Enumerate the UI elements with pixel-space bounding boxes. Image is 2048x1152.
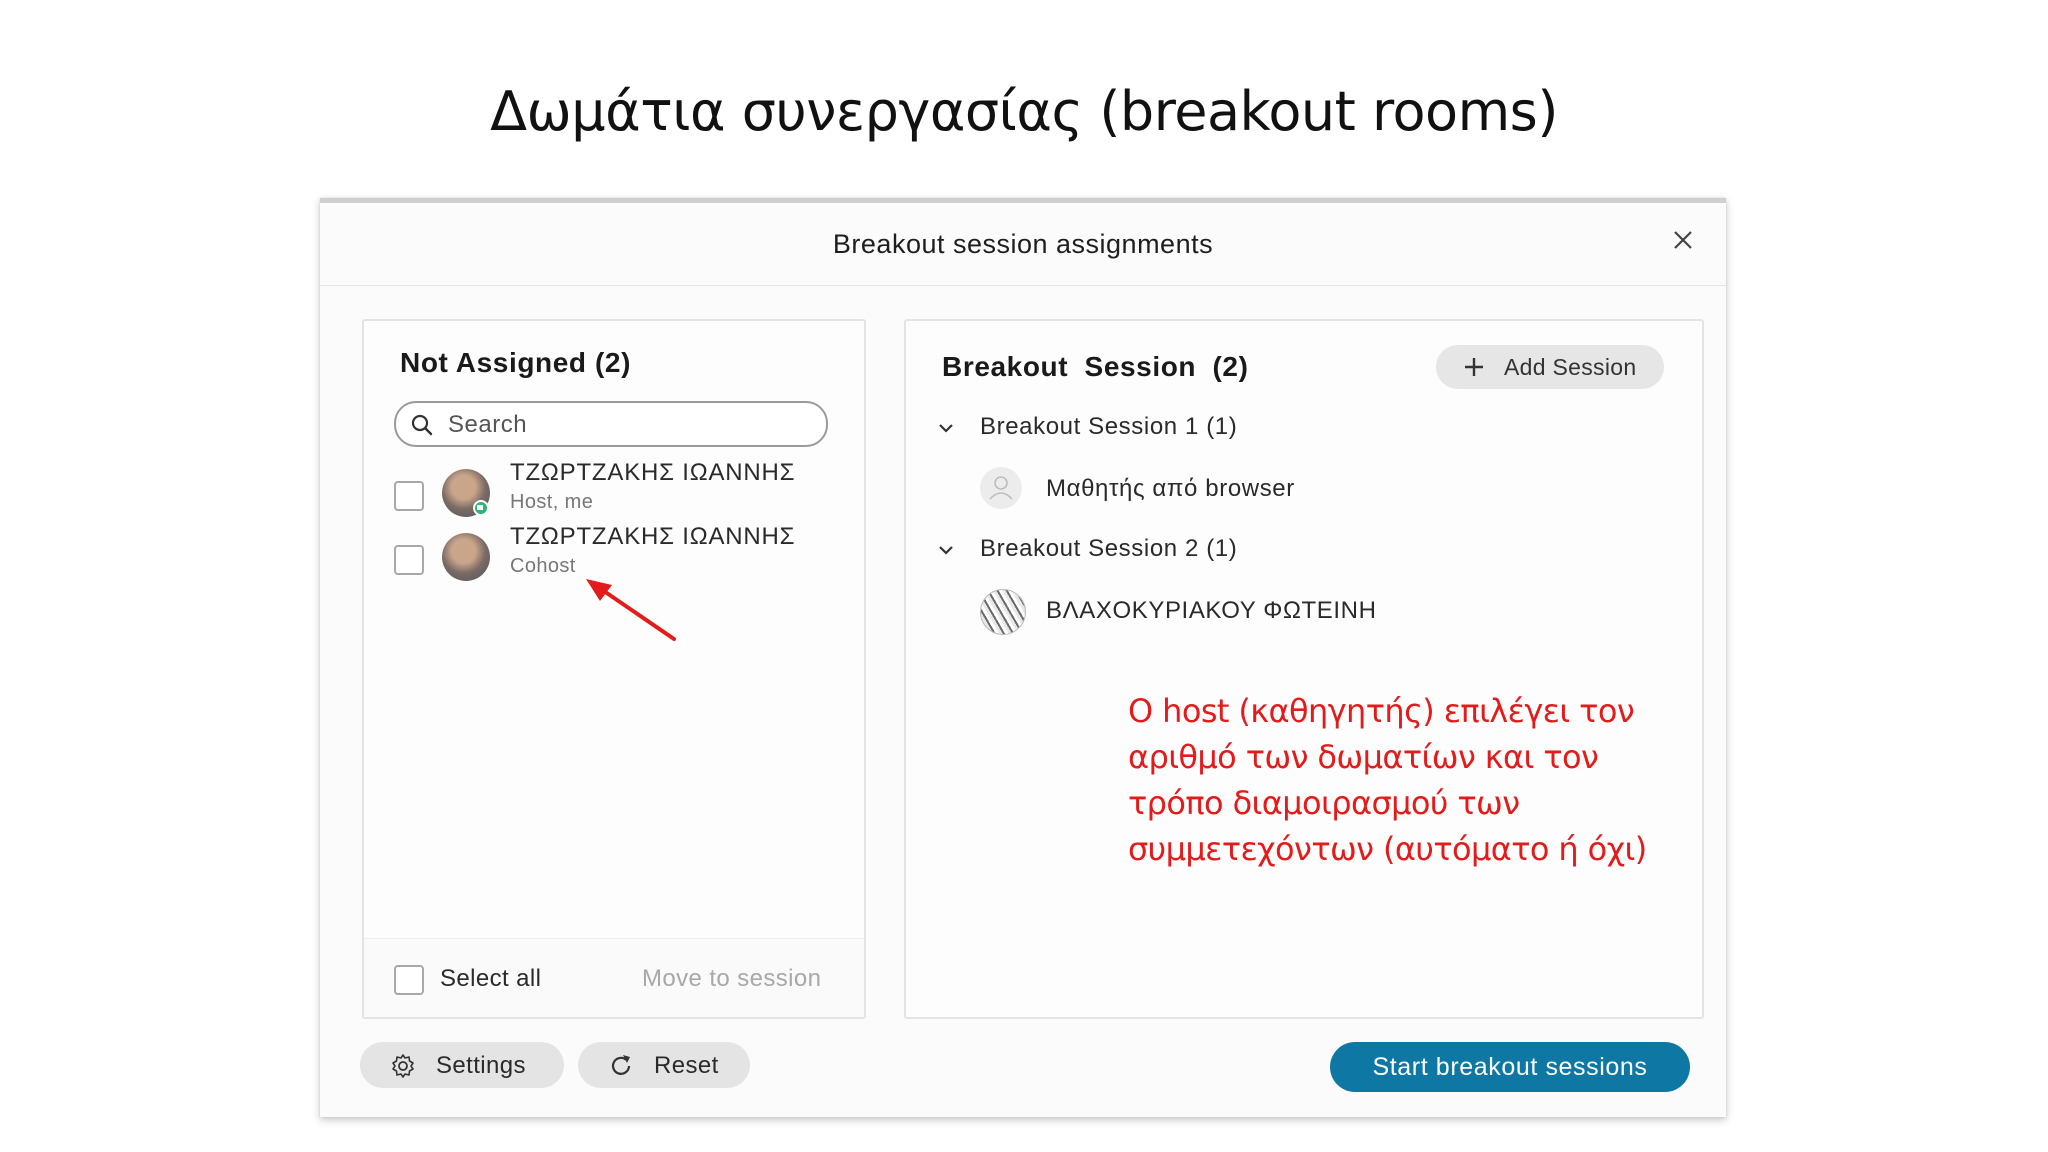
session-member-name: Μαθητής από browser bbox=[1046, 475, 1295, 502]
start-breakout-sessions-button[interactable]: Start breakout sessions bbox=[1330, 1042, 1690, 1092]
settings-button[interactable]: Settings bbox=[360, 1042, 564, 1088]
dialog-title: Breakout session assignments bbox=[832, 229, 1214, 259]
add-session-button[interactable]: Add Session bbox=[1436, 345, 1664, 389]
slide-title: Δωμάτια συνεργασίας (breakout rooms) bbox=[490, 80, 1558, 143]
annotation-line: συμμετεχόντων (αυτόματο ή όχι) bbox=[1128, 830, 1647, 868]
gear-icon bbox=[392, 1054, 414, 1078]
reset-button[interactable]: Reset bbox=[578, 1042, 750, 1088]
member-name: ΤΖΩΡΤΖΑΚΗΣ ΙΩΑΝΝΗΣ bbox=[510, 459, 796, 486]
not-assigned-footer: Select all Move to session bbox=[364, 938, 864, 1017]
chevron-down-icon[interactable] bbox=[936, 421, 956, 435]
dialog-header: Breakout session assignments bbox=[320, 203, 1726, 286]
search-icon bbox=[411, 414, 433, 436]
add-session-label: Add Session bbox=[1504, 354, 1637, 380]
avatar bbox=[442, 469, 490, 517]
search-box[interactable] bbox=[394, 401, 828, 447]
breakout-assignments-dialog: Breakout session assignments Not Assigne… bbox=[320, 198, 1726, 1117]
session-member-name: ΒΛΑΧΟΚΥΡΙΑΚΟΥ ΦΩΤΕΙΝΗ bbox=[1046, 597, 1377, 624]
annotation-text: Ο host (καθηγητής) επιλέγει τον αριθμό τ… bbox=[1128, 688, 1688, 872]
close-icon bbox=[1674, 231, 1692, 249]
settings-label: Settings bbox=[436, 1052, 526, 1079]
annotation-line: αριθμό των δωματίων και τον bbox=[1128, 738, 1599, 776]
annotation-line: τρόπο διαμοιρασμού των bbox=[1128, 784, 1520, 822]
reset-label: Reset bbox=[654, 1052, 719, 1079]
not-assigned-panel: Not Assigned (2) ΤΖΩΡΤΖΑΚΗΣ ΙΩΑΝΝΗΣ Host… bbox=[362, 319, 866, 1019]
refresh-icon bbox=[611, 1055, 631, 1075]
member-name: ΤΖΩΡΤΖΑΚΗΣ ΙΩΑΝΝΗΣ bbox=[510, 523, 796, 550]
annotation-line: Ο host (καθηγητής) επιλέγει τον bbox=[1128, 692, 1635, 730]
plus-icon bbox=[1465, 358, 1483, 376]
move-to-session-button[interactable]: Move to session bbox=[642, 965, 821, 993]
member-role: Host, me bbox=[510, 491, 594, 513]
select-all-label: Select all bbox=[440, 965, 542, 992]
search-input[interactable] bbox=[446, 409, 810, 441]
member-checkbox[interactable] bbox=[394, 545, 424, 575]
breakout-session-panel: Breakout Session (2) Add Session Breakou… bbox=[904, 319, 1704, 1019]
avatar bbox=[442, 533, 490, 581]
breakout-session-heading: Breakout Session (2) bbox=[942, 351, 1249, 382]
session-label: Breakout Session 1 (1) bbox=[980, 413, 1238, 440]
close-button[interactable] bbox=[1666, 223, 1700, 257]
not-assigned-heading: Not Assigned (2) bbox=[400, 347, 632, 378]
user-placeholder-icon bbox=[989, 476, 1013, 500]
presence-icon bbox=[473, 500, 489, 516]
member-checkbox[interactable] bbox=[394, 481, 424, 511]
annotation-arrow bbox=[586, 579, 676, 641]
avatar bbox=[980, 467, 1022, 509]
member-role: Cohost bbox=[510, 555, 576, 577]
session-label: Breakout Session 2 (1) bbox=[980, 535, 1238, 562]
start-label: Start breakout sessions bbox=[1372, 1053, 1648, 1081]
avatar bbox=[980, 589, 1026, 635]
select-all-checkbox[interactable] bbox=[394, 965, 424, 995]
chevron-down-icon[interactable] bbox=[936, 543, 956, 557]
